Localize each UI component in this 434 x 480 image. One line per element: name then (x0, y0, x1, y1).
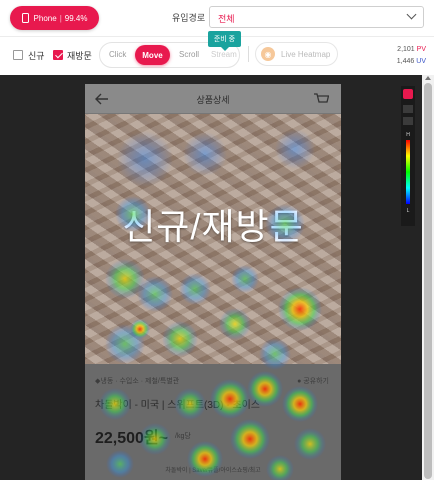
product-name: 차돌박이 - 미국 | 스위프트(3D) - 초이스 (95, 400, 260, 411)
chevron-down-icon (406, 9, 417, 20)
heatmap-stage: 상품상세 신규/재방문 ◆냉동 · 수입소 · 제철/특별관 ● 공유하기 차돌… (0, 75, 422, 480)
mode-click[interactable]: Click (109, 50, 126, 59)
cart-icon (314, 93, 329, 103)
vertical-scrollbar[interactable] (422, 75, 434, 480)
legend-toggle-icon[interactable] (403, 89, 413, 99)
phone-icon (21, 13, 29, 23)
legend-low-label: L (406, 208, 410, 214)
coming-soon-tooltip: 준비 중 (208, 31, 241, 51)
inflow-select-value: 전체 (218, 14, 235, 24)
live-heatmap-button[interactable]: ◉ Live Heatmap (255, 42, 338, 66)
legend-option-icon[interactable] (403, 117, 413, 125)
legend-high-label: H (406, 132, 410, 138)
pv-label: PV (416, 46, 426, 53)
mode-scroll[interactable]: Scroll (179, 50, 199, 59)
segment-overlay-title: 신규/재방문 (122, 206, 304, 247)
heatmap-legend: H L (401, 86, 415, 226)
product-price: 22,500원~ (95, 430, 169, 447)
product-info: ◆냉동 · 수입소 · 제철/특별관 ● 공유하기 차돌박이 - 미국 | 스위… (85, 364, 341, 480)
preview-title: 상품상세 (196, 95, 230, 105)
live-heatmap-label: Live Heatmap (281, 49, 331, 59)
product-category: ◆냉동 · 수입소 · 제철/특별관 (95, 378, 180, 385)
uv-label: UV (416, 58, 426, 65)
return-visitor-label: 재방문 (67, 51, 92, 61)
mode-stream[interactable]: Stream (211, 50, 237, 59)
uv-value: 1,446 (396, 58, 415, 65)
product-footnote: 차돌박이 | Save/듀플/아이스쇼핑/최고 (165, 468, 261, 474)
scroll-up-icon[interactable] (425, 76, 431, 80)
legend-option-icon[interactable] (403, 105, 413, 113)
return-visitor-checkbox[interactable] (53, 50, 63, 60)
live-heatmap-icon: ◉ (261, 47, 275, 61)
inflow-select[interactable]: 전체 (209, 6, 424, 28)
mode-divider (248, 46, 249, 62)
device-select-button[interactable]: Phone | 99.4% (10, 6, 99, 30)
share-label: ● 공유하기 (297, 378, 329, 385)
scrollbar-thumb[interactable] (424, 83, 432, 479)
legend-gradient-bar (406, 140, 410, 204)
device-separator: | (59, 13, 62, 23)
new-visitor-checkbox[interactable] (13, 50, 23, 60)
price-unit: /kg당 (175, 433, 191, 440)
inflow-label: 유입경로 (172, 13, 206, 23)
page-preview: 상품상세 신규/재방문 ◆냉동 · 수입소 · 제철/특별관 ● 공유하기 차돌… (85, 84, 341, 480)
traffic-stats: 2,101 PV 1,446 UV (397, 44, 426, 68)
new-visitor-label: 신규 (28, 51, 45, 61)
pv-value: 2,101 (397, 46, 415, 53)
device-percent: 99.4% (64, 13, 88, 23)
mode-move[interactable]: Move (135, 45, 170, 65)
preview-header: 상품상세 (85, 84, 341, 114)
device-label: Phone (33, 13, 57, 23)
